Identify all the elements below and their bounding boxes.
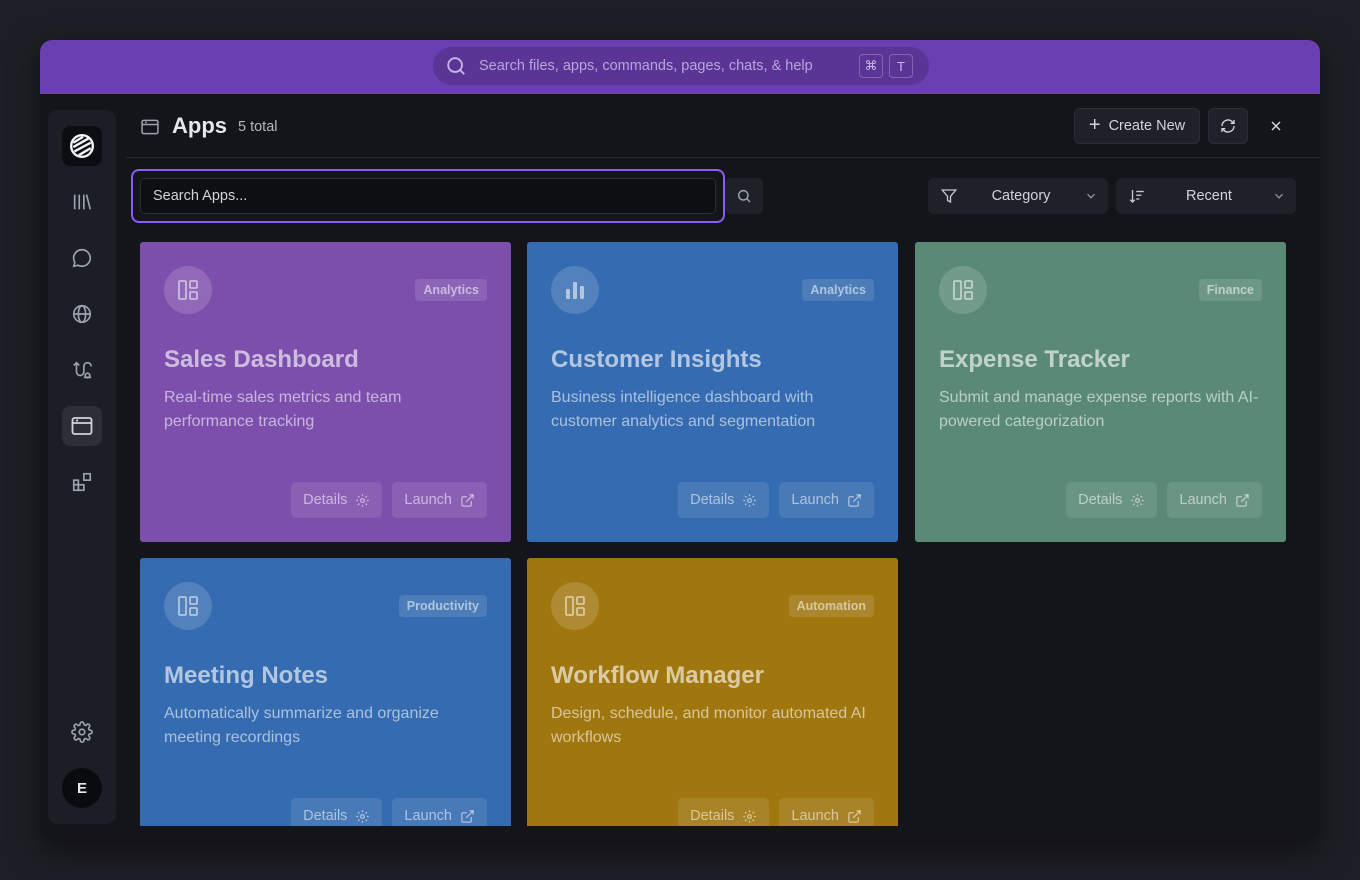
card-description: Automatically summarize and organize mee… [164, 705, 439, 746]
gear-icon[interactable] [62, 712, 102, 752]
apps-grid: Analytics Sales Dashboard Real-time sale… [140, 242, 1286, 826]
blocks-icon[interactable] [62, 462, 102, 502]
sort-icon [1128, 187, 1146, 205]
details-button[interactable]: Details [291, 482, 383, 518]
chevron-down-icon [1084, 189, 1098, 203]
launch-button[interactable]: Launch [779, 798, 874, 826]
card-description: Submit and manage expense reports with A… [939, 389, 1259, 430]
category-badge: Productivity [398, 595, 487, 617]
external-link-icon [848, 809, 861, 823]
launch-button[interactable]: Launch [1167, 482, 1262, 518]
app-card-expense-tracker[interactable]: Finance Expense Tracker Submit and manag… [915, 242, 1286, 542]
page-header: Apps 5 total + Create New [126, 102, 1320, 158]
create-new-label: Create New [1108, 118, 1186, 134]
card-description: Design, schedule, and monitor automated … [551, 705, 866, 746]
launch-button[interactable]: Launch [392, 482, 487, 518]
layout-dashboard-icon [551, 582, 599, 630]
card-title: Expense Tracker [939, 346, 1130, 373]
external-link-icon [848, 493, 861, 507]
bar-chart-icon [551, 266, 599, 314]
layout-dashboard-icon [164, 582, 212, 630]
details-button[interactable]: Details [291, 798, 383, 826]
launch-button[interactable]: Launch [392, 798, 487, 826]
details-label: Details [690, 808, 735, 824]
details-label: Details [303, 808, 348, 824]
layout-dashboard-icon [939, 266, 987, 314]
external-link-icon [461, 493, 474, 507]
shortcut-key-cmd: ⌘ [859, 54, 883, 78]
refresh-icon [1220, 118, 1236, 134]
app-card-workflow-manager[interactable]: Automation Workflow Manager Design, sche… [527, 558, 898, 826]
sort-dropdown[interactable]: Recent [1116, 178, 1296, 214]
stack-logo-icon[interactable] [62, 126, 102, 166]
launch-label: Launch [404, 808, 452, 824]
launch-label: Launch [1179, 492, 1227, 508]
search-focus-ring [131, 169, 725, 223]
card-title: Meeting Notes [164, 662, 329, 689]
create-new-button[interactable]: + Create New [1074, 108, 1200, 144]
category-badge: Automation [788, 595, 874, 617]
gear-icon [356, 809, 370, 823]
gear-icon [743, 493, 757, 507]
search-icon [736, 188, 752, 204]
library-icon[interactable] [62, 182, 102, 222]
category-badge: Finance [1198, 279, 1262, 301]
filter-icon [940, 187, 958, 205]
details-label: Details [303, 492, 348, 508]
app-card-sales-dashboard[interactable]: Analytics Sales Dashboard Real-time sale… [140, 242, 511, 542]
card-description: Real-time sales metrics and team perform… [164, 389, 402, 430]
category-badge: Analytics [415, 279, 487, 301]
app-count: 5 total [238, 119, 278, 135]
search-button[interactable] [725, 178, 763, 214]
app-card-customer-insights[interactable]: Analytics Customer Insights Business int… [527, 242, 898, 542]
card-description: Business intelligence dashboard with cus… [551, 389, 816, 430]
external-link-icon [461, 809, 474, 823]
chevron-down-icon [1272, 189, 1286, 203]
card-title: Customer Insights [551, 346, 762, 373]
refresh-button[interactable] [1208, 108, 1248, 144]
launch-button[interactable]: Launch [779, 482, 874, 518]
category-label: Category [991, 188, 1051, 204]
page-title: Apps [172, 113, 227, 138]
launch-label: Launch [791, 492, 839, 508]
layout-dashboard-icon [164, 266, 212, 314]
search-apps-input[interactable] [140, 178, 716, 214]
top-bar: Search files, apps, commands, pages, cha… [40, 40, 1320, 94]
shortcut-key-t: T [889, 54, 913, 78]
sort-label: Recent [1186, 188, 1232, 204]
close-icon [1268, 118, 1284, 134]
details-button[interactable]: Details [678, 482, 770, 518]
details-button[interactable]: Details [678, 798, 770, 826]
gear-icon [743, 809, 757, 823]
card-title: Workflow Manager [551, 662, 764, 689]
launch-label: Launch [404, 492, 452, 508]
gear-icon [1131, 493, 1145, 507]
globe-icon[interactable] [62, 294, 102, 334]
app-window-icon [140, 117, 160, 142]
global-search-placeholder: Search files, apps, commands, pages, cha… [479, 58, 813, 74]
app-window: Search files, apps, commands, pages, cha… [40, 40, 1320, 840]
search-icon [445, 55, 467, 77]
external-link-icon [1236, 493, 1249, 507]
global-search-bar[interactable]: Search files, apps, commands, pages, cha… [433, 47, 929, 85]
avatar[interactable]: E [62, 768, 102, 808]
details-label: Details [1078, 492, 1123, 508]
gear-icon [356, 493, 370, 507]
details-label: Details [690, 492, 735, 508]
app-card-meeting-notes[interactable]: Productivity Meeting Notes Automatically… [140, 558, 511, 826]
category-badge: Analytics [802, 279, 874, 301]
card-title: Sales Dashboard [164, 346, 359, 373]
launch-label: Launch [791, 808, 839, 824]
chat-bubble-icon[interactable] [62, 238, 102, 278]
sidebar: E [48, 110, 116, 824]
close-button[interactable] [1256, 108, 1296, 144]
category-dropdown[interactable]: Category [928, 178, 1108, 214]
details-button[interactable]: Details [1066, 482, 1158, 518]
app-window-icon[interactable] [62, 406, 102, 446]
plus-icon: + [1088, 113, 1101, 136]
route-icon[interactable] [62, 350, 102, 390]
